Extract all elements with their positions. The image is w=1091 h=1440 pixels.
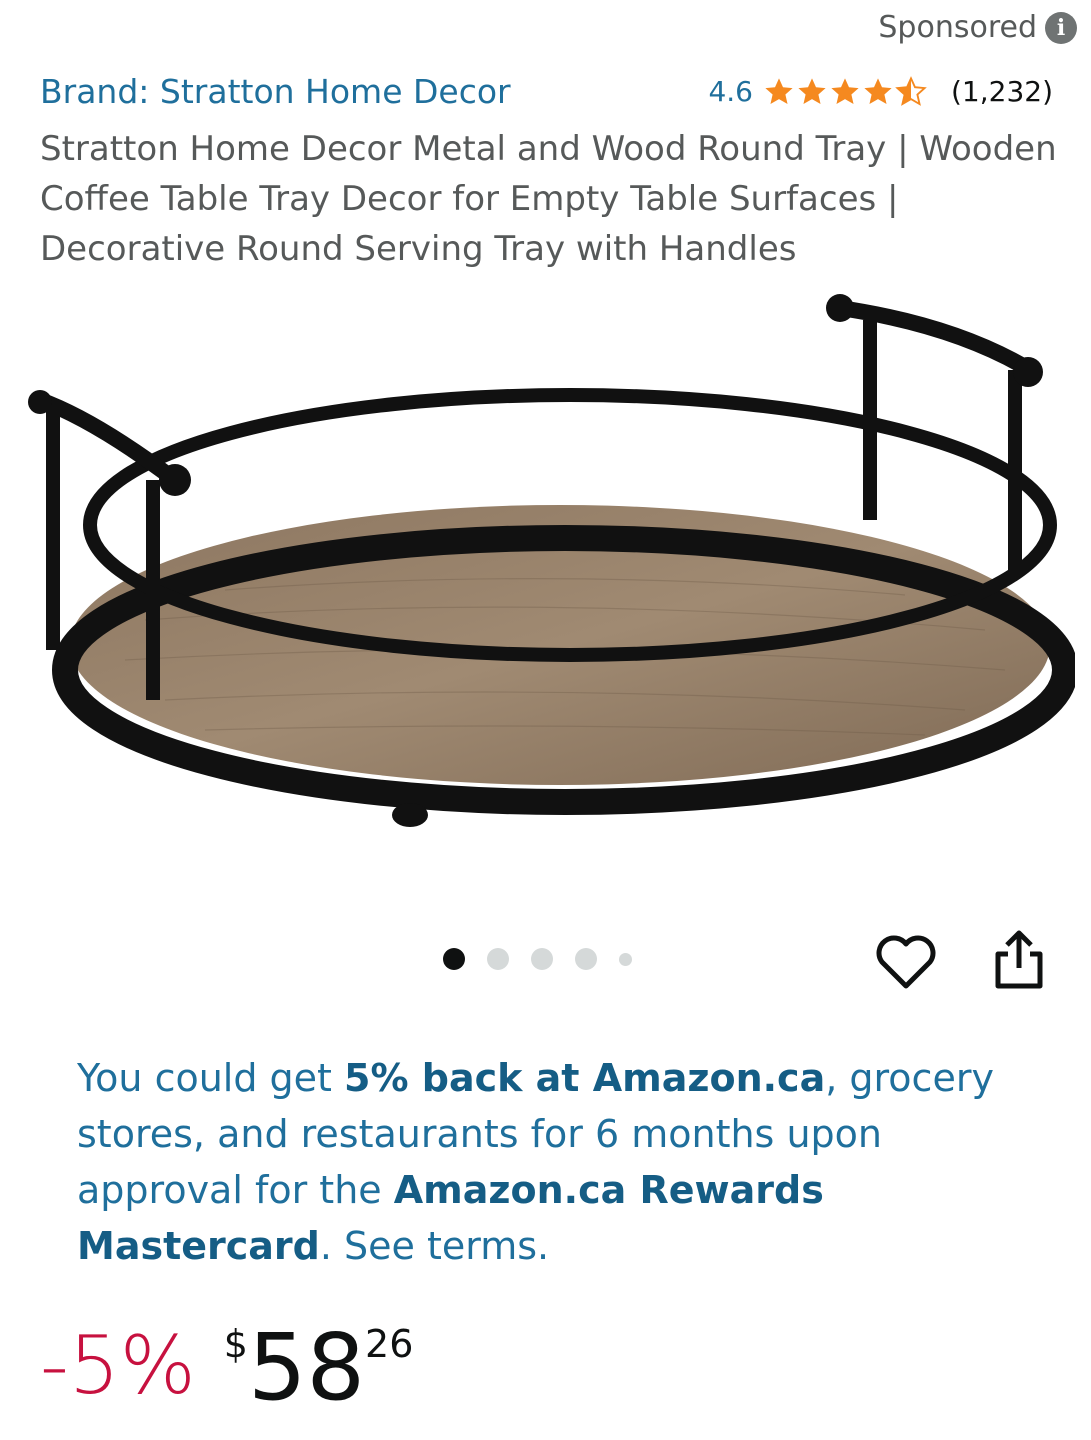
star-full-icon (831, 77, 859, 104)
price-whole: 58 (247, 1314, 366, 1421)
rating-count: (1,232) (950, 75, 1053, 108)
price-row: -5% $ 58 26 (40, 1318, 413, 1418)
star-full-icon (798, 77, 826, 104)
brand-rating-row: Brand: Stratton Home Decor 4.6 (1,232) (40, 72, 1053, 111)
product-image[interactable] (25, 290, 1075, 850)
carousel-dot[interactable] (575, 948, 597, 970)
sponsored-label[interactable]: Sponsored i (878, 10, 1077, 45)
discount-percent: -5% (40, 1319, 196, 1412)
credit-card-promo[interactable]: You could get 5% back at Amazon.ca, groc… (77, 1050, 1017, 1274)
info-icon[interactable]: i (1045, 11, 1077, 44)
star-rating (763, 75, 927, 108)
promo-cashback: 5% back at Amazon.ca (344, 1056, 826, 1100)
carousel-dot[interactable] (619, 952, 632, 966)
carousel-dot[interactable] (443, 948, 465, 970)
price-currency: $ (223, 1322, 248, 1366)
brand-link[interactable]: Brand: Stratton Home Decor (40, 72, 511, 111)
carousel-dot[interactable] (531, 948, 553, 970)
carousel-dot[interactable] (487, 948, 509, 970)
see-terms-link[interactable]: See terms. (344, 1224, 549, 1268)
rating-value: 4.6 (708, 75, 753, 108)
star-full-icon (864, 77, 892, 104)
image-carousel-indicator[interactable] (443, 948, 632, 970)
share-icon[interactable] (990, 928, 1048, 992)
rating[interactable]: 4.6 (1,232) (708, 75, 1053, 108)
promo-text: . (319, 1224, 345, 1268)
price-fraction: 26 (365, 1322, 414, 1366)
star-full-icon (765, 77, 793, 104)
heart-icon[interactable] (874, 932, 938, 992)
sponsored-text: Sponsored (878, 10, 1037, 45)
price: $ 58 26 (224, 1318, 414, 1418)
promo-text: You could get (77, 1056, 345, 1100)
star-half-icon (895, 75, 927, 106)
product-title: Stratton Home Decor Metal and Wood Round… (40, 129, 1057, 269)
